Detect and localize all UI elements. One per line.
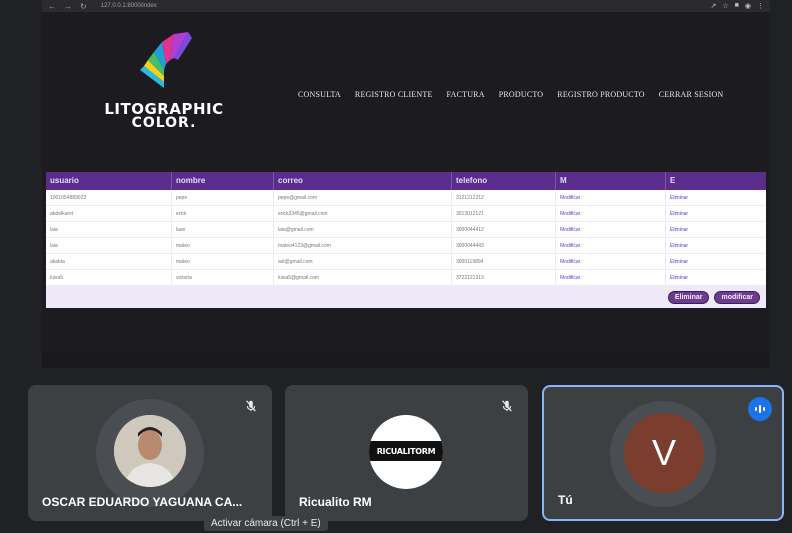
modify-link[interactable]: Modificar: [556, 269, 666, 286]
logo-line-1: LITOGRAPHIC: [104, 100, 224, 118]
cell-telefono: 3000119894: [452, 253, 556, 270]
mic-off-icon: [246, 400, 256, 412]
cell-nombre: pepe: [172, 189, 274, 206]
participant-name: OSCAR EDUARDO YAGUANA CA...: [42, 495, 243, 509]
mic-off-icon: [502, 400, 512, 412]
cell-nombre: mateo: [172, 253, 274, 270]
delete-link[interactable]: Eliminar: [666, 270, 766, 286]
table-body: 1001054889023 pepe pepe@gmail.com 312121…: [46, 189, 766, 286]
cell-correo: ast@gmail.com: [274, 253, 452, 270]
cell-correo: pepe@gmail.com: [274, 189, 452, 206]
modify-link[interactable]: Modificar: [556, 205, 666, 222]
delete-link[interactable]: Eliminar: [666, 206, 766, 222]
table-row: laia mateo mateo4123@gmail.com 300004444…: [46, 237, 766, 254]
browser-extensions: ↗ ☆ ■ ◉ ⋮: [711, 2, 765, 10]
table-row: abdelkarst erick erick3345@gmail.com 301…: [46, 205, 766, 222]
delete-link[interactable]: Eliminar: [666, 222, 766, 238]
browser-toolbar: ← → ↻ 127.0.0.1:8000/index ↗ ☆ ■ ◉ ⋮: [42, 0, 770, 12]
col-nombre: nombre: [172, 172, 274, 190]
menu-consulta[interactable]: CONSULTA: [298, 90, 341, 99]
share-icon[interactable]: ↗: [711, 2, 717, 10]
logo-text: LITOGRAPHIC COLOR.: [94, 100, 234, 131]
delete-link[interactable]: Eliminar: [666, 238, 766, 254]
profile-icon[interactable]: ◉: [745, 2, 751, 10]
extension-icon[interactable]: ■: [735, 2, 739, 10]
site-header: LITOGRAPHIC COLOR. CONSULTA REGISTRO CLI…: [42, 12, 770, 172]
back-icon[interactable]: ←: [48, 2, 56, 11]
participant-tile-ricualito[interactable]: RICUALITORM Ricualito RM: [285, 385, 528, 521]
col-correo: correo: [274, 172, 452, 190]
delete-link[interactable]: Eliminar: [666, 190, 766, 206]
site-logo[interactable]: LITOGRAPHIC COLOR.: [94, 30, 234, 140]
delete-link[interactable]: Eliminar: [666, 254, 766, 270]
modify-link[interactable]: Modificar: [556, 253, 666, 270]
cell-telefono: 3121212312: [452, 189, 556, 206]
cell-correo: laia@gmail.com: [274, 221, 452, 238]
delete-button[interactable]: Eliminar: [667, 290, 710, 304]
table-row: 1001054889023 pepe pepe@gmail.com 312121…: [46, 189, 766, 206]
table-row: laia laan laia@gmail.com 3000044412 Modi…: [46, 221, 766, 238]
cell-nombre: laan: [172, 221, 274, 238]
reload-icon[interactable]: ↻: [80, 2, 87, 11]
logo-line-2: COLOR.: [131, 115, 197, 131]
avatar: [114, 415, 186, 487]
shared-screen: ← → ↻ 127.0.0.1:8000/index ↗ ☆ ■ ◉ ⋮ LIT…: [42, 0, 770, 368]
address-bar[interactable]: 127.0.0.1:8000/index: [101, 3, 157, 9]
avatar: V: [624, 413, 704, 493]
avatar: RICUALITORM: [369, 415, 443, 489]
modify-link[interactable]: Modificar: [556, 221, 666, 238]
website: LITOGRAPHIC COLOR. CONSULTA REGISTRO CLI…: [42, 12, 770, 352]
participant-tile-oscar[interactable]: OSCAR EDUARDO YAGUANA CA...: [28, 385, 272, 521]
modify-link[interactable]: Modificar: [556, 189, 666, 206]
cell-telefono: 3000044443: [452, 237, 556, 254]
participant-name: Ricualito RM: [299, 495, 372, 509]
cell-usuario: akabia: [46, 253, 172, 270]
cell-usuario: abdelkarst: [46, 205, 172, 222]
cell-usuario: luisa5: [46, 269, 172, 286]
table-row: luisa5 victoria luisa5@gmail.com 3722121…: [46, 269, 766, 286]
clients-table: usuario nombre correo telefono M E 10010…: [46, 172, 766, 308]
cell-correo: mateo4123@gmail.com: [274, 237, 452, 254]
cell-usuario: 1001054889023: [46, 189, 172, 206]
cell-nombre: erick: [172, 205, 274, 222]
modify-link[interactable]: Modificar: [556, 237, 666, 254]
cell-correo: erick3345@gmail.com: [274, 205, 452, 222]
star-icon[interactable]: ☆: [722, 2, 728, 10]
cell-correo: luisa5@gmail.com: [274, 269, 452, 286]
cell-telefono: 3722121313: [452, 269, 556, 286]
cell-usuario: laia: [46, 237, 172, 254]
table-header: usuario nombre correo telefono M E: [46, 172, 766, 190]
table-actions: Eliminar modificar: [46, 286, 766, 308]
menu-factura[interactable]: FACTURA: [447, 90, 485, 99]
col-usuario: usuario: [46, 172, 172, 190]
avatar-band: RICUALITORM: [369, 441, 443, 461]
logo-book-icon: [140, 32, 192, 88]
menu-producto[interactable]: PRODUCTO: [499, 90, 544, 99]
cell-usuario: laia: [46, 221, 172, 238]
cell-telefono: 3013012121: [452, 205, 556, 222]
cell-nombre: victoria: [172, 269, 274, 286]
cell-telefono: 3000044412: [452, 221, 556, 238]
speaking-indicator-icon: [748, 397, 772, 421]
menu-registro-cliente[interactable]: REGISTRO CLIENTE: [355, 90, 433, 99]
main-menu: CONSULTA REGISTRO CLIENTE FACTURA PRODUC…: [298, 90, 723, 99]
col-telefono: telefono: [452, 172, 556, 190]
menu-registro-producto[interactable]: REGISTRO PRODUCTO: [557, 90, 645, 99]
participant-tile-self[interactable]: V Tú: [542, 385, 784, 521]
forward-icon[interactable]: →: [64, 2, 72, 11]
cell-nombre: mateo: [172, 237, 274, 254]
menu-cerrar-sesion[interactable]: CERRAR SESION: [659, 90, 724, 99]
camera-tooltip: Activar cámara (Ctrl + E): [204, 516, 328, 531]
avatar-text: RICUALITORM: [376, 446, 436, 456]
person-photo-icon: [114, 415, 186, 487]
col-m: M: [556, 172, 666, 190]
menu-icon[interactable]: ⋮: [757, 2, 764, 10]
modify-button[interactable]: modificar: [714, 290, 760, 304]
col-e: E: [670, 176, 676, 185]
table-row: akabia mateo ast@gmail.com 3000119894 Mo…: [46, 253, 766, 270]
participant-name: Tú: [558, 493, 573, 507]
